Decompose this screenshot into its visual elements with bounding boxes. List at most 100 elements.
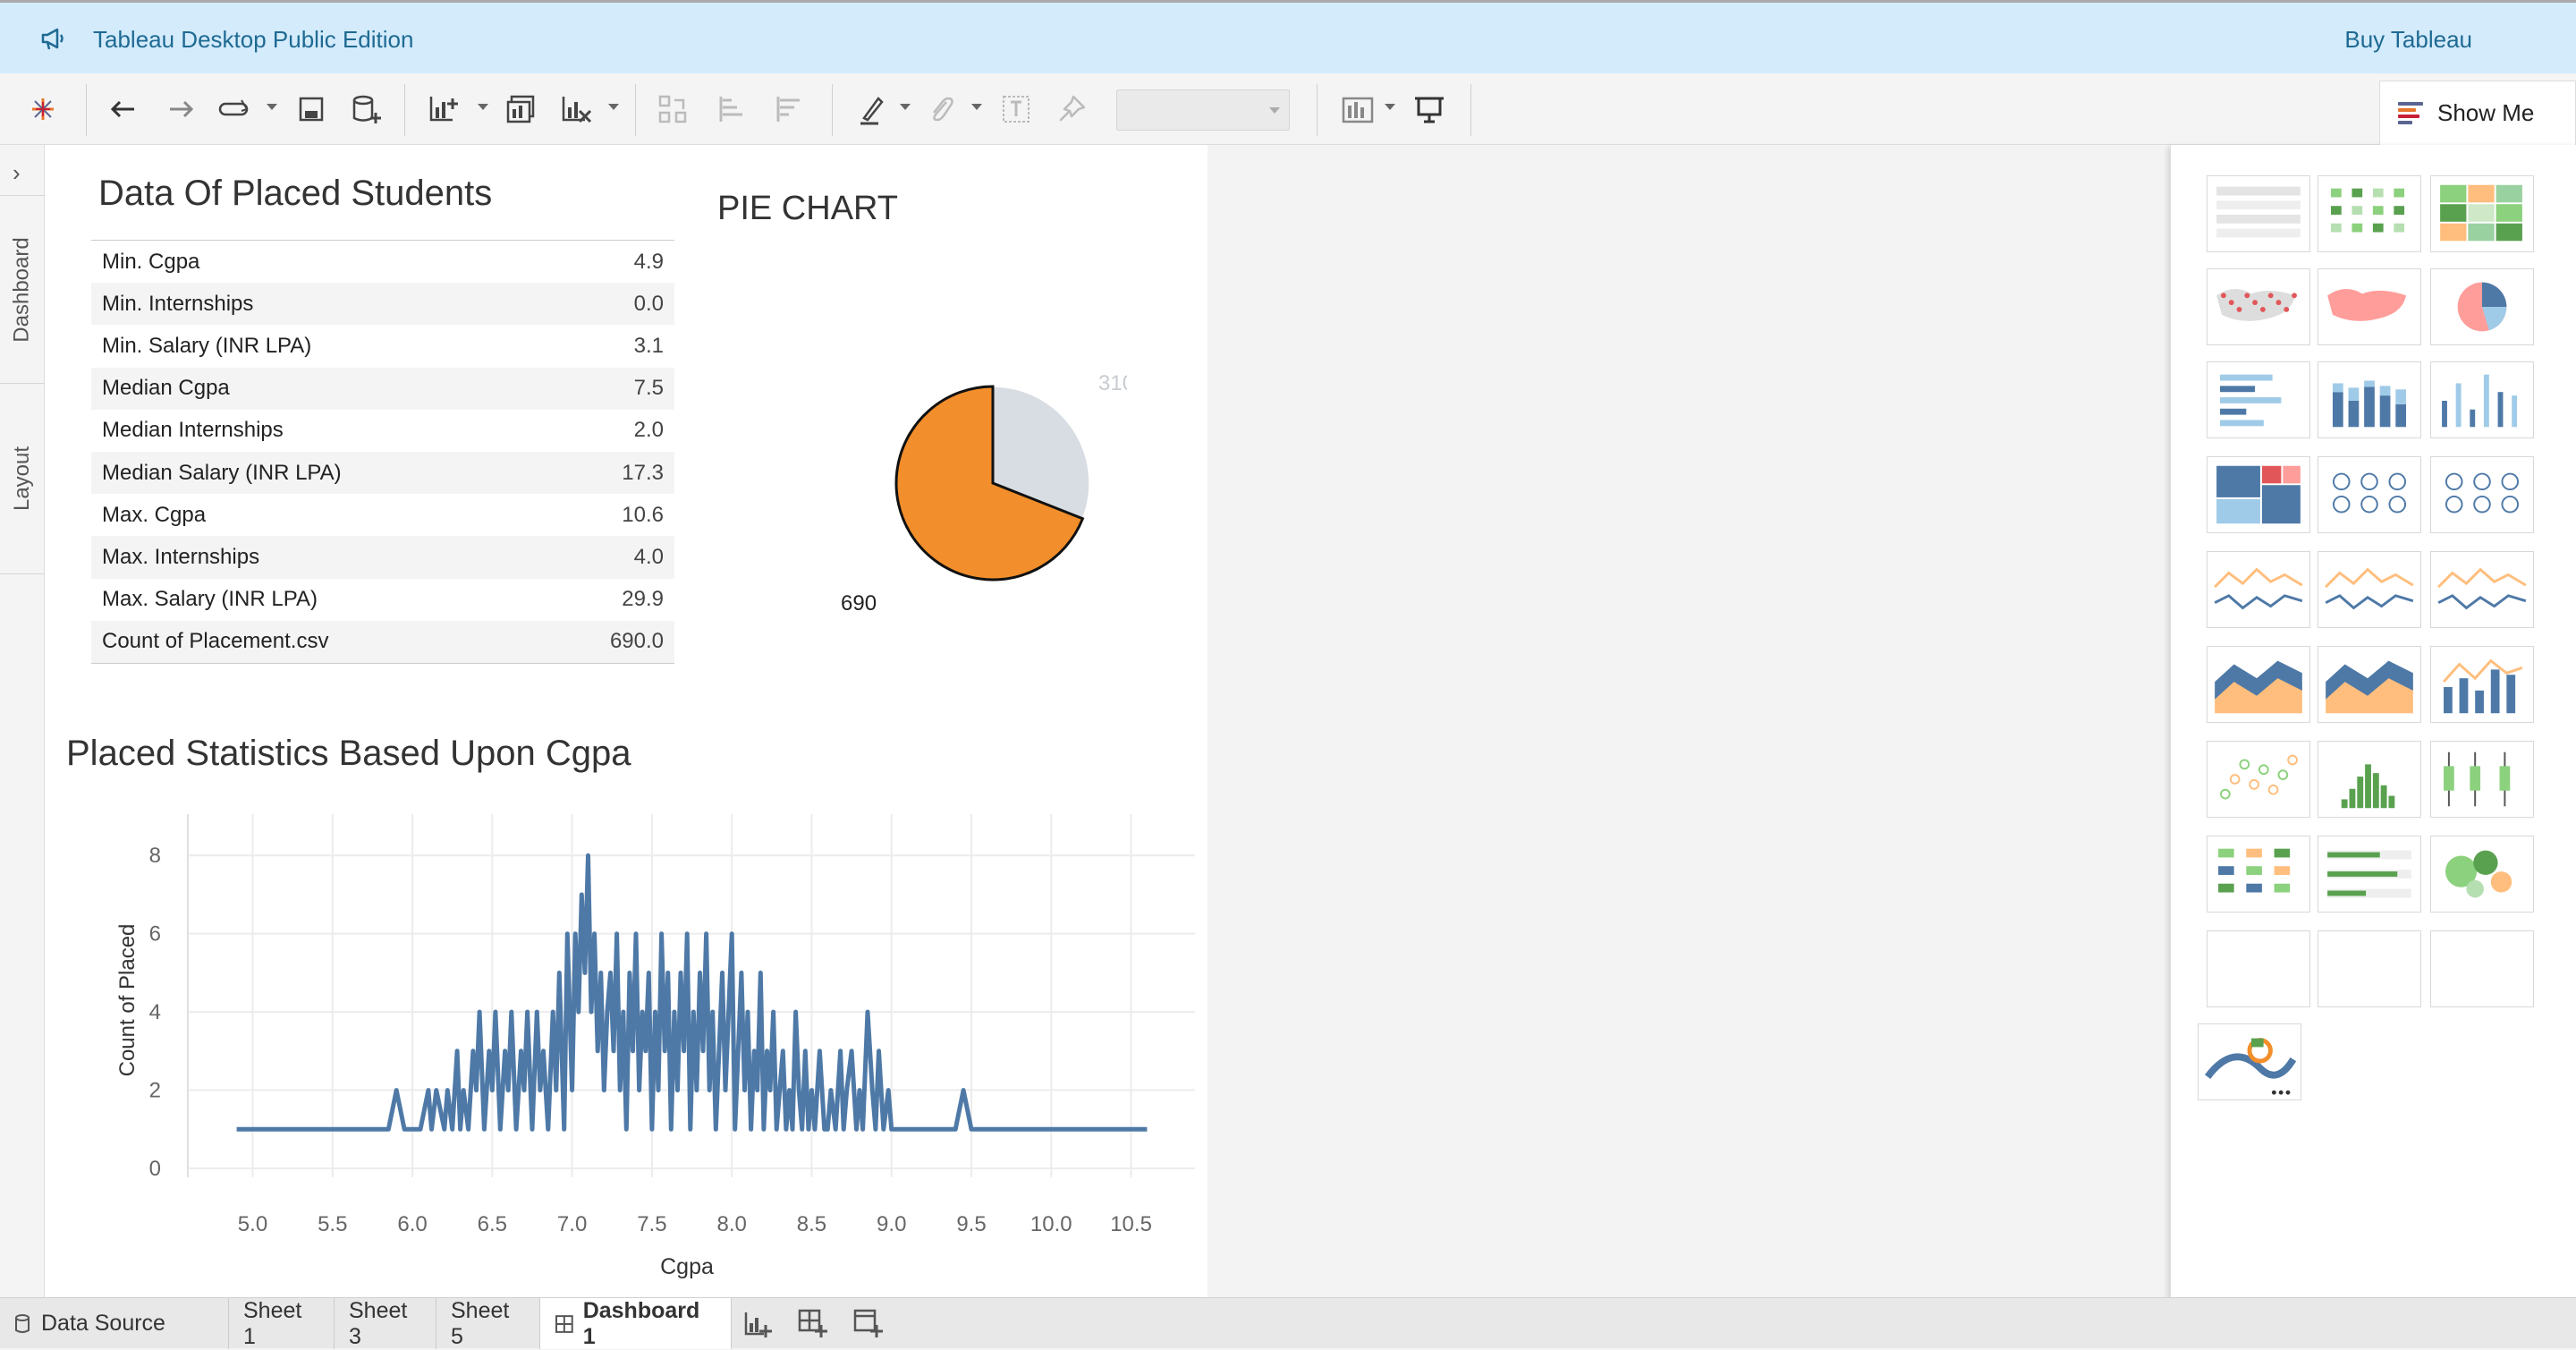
series-line-count-of-placed[interactable] [236, 853, 1148, 1132]
show-me-circle-views-icon[interactable] [2318, 456, 2421, 533]
group-paperclip-icon[interactable] [921, 89, 961, 129]
show-me-horizontal-bars-icon[interactable] [2207, 361, 2310, 438]
show-me-bullet-icon[interactable] [2318, 836, 2421, 913]
x-tick-label: 9.5 [956, 1212, 986, 1236]
pie-label-690: 690 [841, 591, 877, 616]
undo-icon[interactable] [104, 89, 143, 129]
line-chart[interactable]: 5.0 5.5 6.0 6.5 7.0 7.5 8.0 8.5 9.0 9.5 10.0 10.5 0 2… [63, 789, 1208, 1290]
show-me-treemap-icon[interactable] [2207, 456, 2310, 533]
table-row: Min. Internships 0.0 [91, 283, 674, 326]
empty-workspace [1208, 145, 2170, 1297]
duplicate-sheet-icon[interactable] [501, 89, 540, 129]
tab-dashboard-label: Dashboard [10, 236, 35, 343]
show-me-icon [2398, 101, 2423, 125]
clear-sheet-caret[interactable] [608, 104, 619, 110]
row-value: 0.0 [633, 291, 664, 316]
group-caret[interactable] [971, 104, 982, 110]
x-tick-label: 8.0 [716, 1212, 746, 1236]
row-label: Min. Internships [102, 291, 254, 316]
show-me-filled-map-icon[interactable] [2318, 268, 2421, 345]
show-me-undefined-icon[interactable] [2318, 930, 2421, 1007]
row-value: 4.9 [633, 249, 664, 274]
save-icon[interactable] [292, 89, 331, 129]
show-me-side-by-side-circles-icon[interactable] [2430, 456, 2534, 533]
fit-dropdown[interactable] [1116, 89, 1290, 131]
show-me-undefined-icon[interactable] [2430, 930, 2534, 1007]
show-me-continuous-lines-icon[interactable] [2207, 551, 2310, 628]
show-me-area-discrete-icon[interactable] [2318, 646, 2421, 723]
show-me-dual-lines-icon[interactable] [2430, 551, 2534, 628]
x-tick-label: 5.5 [318, 1212, 347, 1236]
tableau-logo-icon[interactable] [23, 89, 63, 129]
new-worksheet-tab-icon[interactable] [741, 1307, 775, 1341]
show-me-undefined-icon[interactable] [2207, 930, 2310, 1007]
new-dashboard-tab-icon[interactable] [796, 1307, 830, 1341]
swap-rows-columns-icon[interactable] [653, 89, 692, 129]
tab-sheet-1[interactable]: Sheet 1 [229, 1298, 335, 1349]
tab-dashboard-1[interactable]: Dashboard 1 [540, 1298, 732, 1349]
show-me-symbol-map-icon[interactable] [2207, 268, 2310, 345]
show-me-highlight-table-icon[interactable] [2318, 175, 2421, 252]
show-me-dual-combination-icon[interactable] [2430, 646, 2534, 723]
pie-chart[interactable]: 690 310 [805, 324, 1127, 628]
y-tick-label: 0 [149, 1157, 161, 1181]
show-me-toggle[interactable]: Show Me [2379, 81, 2576, 145]
expand-panel-chevron-icon[interactable]: › [13, 159, 21, 187]
show-me-stacked-bars-icon[interactable] [2318, 361, 2421, 438]
show-me-pie-icon[interactable] [2430, 268, 2534, 345]
table-row: Count of Placement.csv 690.0 [91, 620, 674, 663]
show-me-area-continuous-icon[interactable] [2207, 646, 2310, 723]
table-row: Median Internships 2.0 [91, 410, 674, 452]
show-me-text-table-icon[interactable] [2207, 175, 2310, 252]
show-me-label: Show Me [2437, 99, 2535, 126]
tab-layout[interactable]: Layout [0, 383, 45, 574]
new-worksheet-caret[interactable] [478, 104, 488, 110]
toolbar [0, 73, 2576, 145]
show-me-heat-map-icon[interactable] [2430, 175, 2534, 252]
swap-icon[interactable] [215, 89, 254, 129]
new-data-source-icon[interactable] [347, 89, 386, 129]
tab-sheet-5[interactable]: Sheet 5 [436, 1298, 540, 1349]
x-tick-label: 6.5 [478, 1212, 507, 1236]
new-story-tab-icon[interactable] [852, 1307, 886, 1341]
sort-ascending-icon[interactable] [712, 89, 751, 129]
tab-sheet-3[interactable]: Sheet 3 [335, 1298, 436, 1349]
clear-sheet-icon[interactable] [556, 89, 596, 129]
row-label: Median Salary (INR LPA) [102, 460, 342, 485]
show-me-scatter-plot-icon[interactable] [2207, 741, 2310, 818]
buy-tableau-link[interactable]: Buy Tableau [2344, 26, 2472, 54]
table-row: Max. Salary (INR LPA) 29.9 [91, 579, 674, 621]
show-me-packed-bubbles-icon[interactable] [2430, 836, 2534, 913]
show-me-discrete-lines-icon[interactable] [2318, 551, 2421, 628]
show-me-extensions-icon[interactable] [2198, 1023, 2301, 1100]
tab-data-source[interactable]: Data Source [0, 1298, 229, 1349]
tab-sheet-5-label: Sheet 5 [451, 1297, 510, 1349]
show-me-histogram-icon[interactable] [2318, 741, 2421, 818]
tab-sheet-3-label: Sheet 3 [349, 1297, 408, 1349]
show-cards-caret[interactable] [1385, 104, 1395, 110]
pin-icon[interactable] [1052, 89, 1091, 129]
redo-icon[interactable] [161, 89, 200, 129]
sort-descending-icon[interactable] [769, 89, 809, 129]
show-me-side-by-side-bars-icon[interactable] [2430, 361, 2534, 438]
presentation-mode-icon[interactable] [1410, 89, 1449, 129]
app-title: Tableau Desktop Public Edition [93, 26, 414, 53]
tab-dashboard[interactable]: Dashboard [0, 195, 45, 383]
show-me-box-and-whisker-icon[interactable] [2430, 741, 2534, 818]
x-tick-label: 8.5 [797, 1212, 826, 1236]
new-worksheet-icon[interactable] [424, 89, 463, 129]
table-row: Median Salary (INR LPA) 17.3 [91, 451, 674, 495]
tab-sheet-1-label: Sheet 1 [243, 1297, 302, 1349]
table-row: Min. Cgpa 4.9 [91, 241, 674, 283]
table-title: Data Of Placed Students [98, 174, 493, 213]
show-labels-icon[interactable] [996, 89, 1036, 129]
row-value: 690.0 [609, 629, 664, 654]
highlight-caret[interactable] [900, 104, 911, 110]
row-label: Min. Cgpa [102, 249, 200, 274]
highlight-icon[interactable] [852, 89, 891, 129]
y-tick-label: 8 [149, 844, 161, 868]
show-cards-icon[interactable] [1338, 89, 1377, 129]
show-me-gantt-icon[interactable] [2207, 836, 2310, 913]
swap-dropdown-caret[interactable] [267, 104, 277, 110]
row-label: Max. Salary (INR LPA) [102, 587, 318, 612]
